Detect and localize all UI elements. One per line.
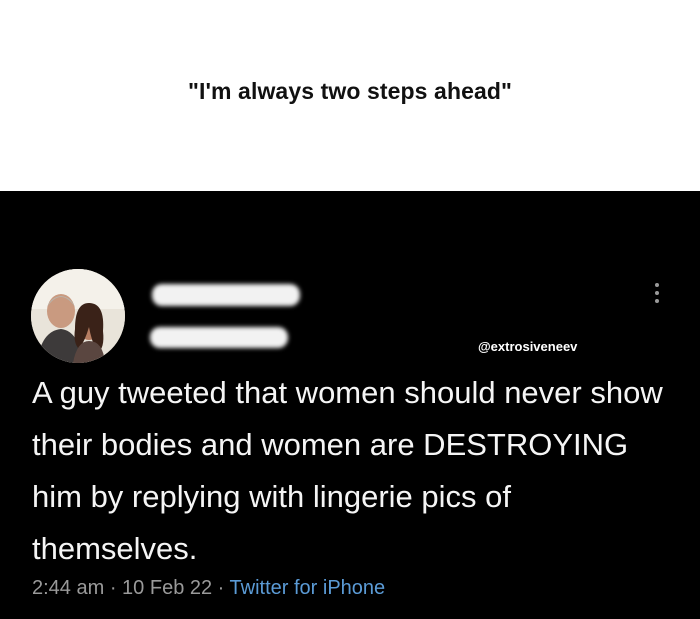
tweet-date: 10 Feb 22 (122, 577, 213, 599)
avatar-photo-icon (31, 269, 125, 363)
redacted-display-name (152, 284, 300, 306)
caption-panel: "I'm always two steps ahead" (0, 0, 700, 191)
meme-caption: "I'm always two steps ahead" (187, 78, 513, 104)
more-options-icon[interactable] (652, 283, 662, 311)
meta-separator: · (212, 577, 230, 599)
avatar[interactable] (31, 269, 125, 363)
tweet-screenshot: @extrosiveneev A guy tweeted that women … (0, 191, 700, 619)
tweet-source-link[interactable]: Twitter for iPhone (230, 577, 386, 599)
tweet-text: A guy tweeted that women should never sh… (32, 375, 663, 566)
tweet-meta: 2:44 am · 10 Feb 22 · Twitter for iPhone (32, 577, 385, 600)
redacted-username (150, 327, 288, 348)
watermark: @extrosiveneev (478, 339, 578, 354)
tweet-time: 2:44 am (32, 577, 105, 599)
meta-separator: · (104, 577, 123, 599)
